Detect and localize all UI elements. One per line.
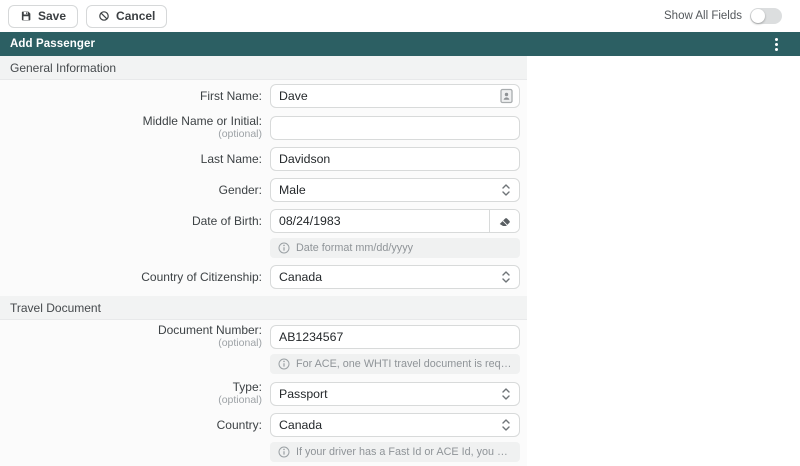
document-number-note-row: For ACE, one WHTI travel document is req… [0,354,527,374]
section-header-general: General Information [0,56,527,80]
country-select[interactable]: Canada [270,413,520,437]
country-note: If your driver has a Fast Id or ACE Id, … [270,442,520,462]
field-row-last-name: Last Name: [0,147,527,171]
type-select-value: Passport [279,387,328,401]
field-row-gender: Gender: Male [0,178,527,202]
country-note-text: If your driver has a Fast Id or ACE Id, … [296,446,512,458]
info-icon [278,242,290,254]
dob-note-row: Date format mm/dd/yyyy [0,238,527,258]
section-title: General Information [10,61,116,75]
circle-slash-icon [98,10,110,22]
field-row-citizenship: Country of Citizenship: Canada [0,265,527,289]
chevron-up-down-icon [501,270,511,284]
gender-select-value: Male [279,183,306,197]
chevron-up-down-icon [501,387,511,401]
cancel-button-label: Cancel [116,9,155,23]
document-number-note-text: For ACE, one WHTI travel document is req… [296,358,512,370]
section-header-travel: Travel Document [0,296,527,320]
dob-format-note: Date format mm/dd/yyyy [270,238,520,258]
document-number-label: Document Number: [0,324,262,337]
citizenship-select-value: Canada [279,270,322,284]
kebab-menu-icon[interactable] [773,34,780,55]
panel-header: Add Passenger [0,32,800,56]
info-icon [278,446,290,458]
country-select-value: Canada [279,418,322,432]
field-row-document-number: Document Number: (optional) [0,324,527,349]
dob-label: Date of Birth: [0,215,262,228]
middle-name-label: Middle Name or Initial: [0,115,262,128]
last-name-label: Last Name: [0,153,262,166]
gender-select[interactable]: Male [270,178,520,202]
first-name-label: First Name: [0,90,262,103]
cancel-button[interactable]: Cancel [86,5,167,28]
document-number-input[interactable] [270,325,520,349]
chevron-up-down-icon [501,183,511,197]
middle-name-input[interactable] [270,116,520,140]
field-row-middle-name: Middle Name or Initial: (optional) [0,115,527,140]
country-note-row: If your driver has a Fast Id or ACE Id, … [0,442,527,462]
toolbar: Save Cancel Show All Fields [0,0,800,32]
show-all-fields-label: Show All Fields [664,10,742,22]
dob-input-group [270,209,520,233]
citizenship-label: Country of Citizenship: [0,271,262,284]
floppy-disk-icon [20,10,32,22]
field-row-country: Country: Canada [0,413,527,437]
middle-name-optional: (optional) [0,128,262,140]
first-name-input[interactable] [270,84,520,108]
toggle-knob [751,9,765,23]
document-number-optional: (optional) [0,337,262,349]
field-row-dob: Date of Birth: [0,209,527,233]
document-number-note: For ACE, one WHTI travel document is req… [270,354,520,374]
panel-title: Add Passenger [10,38,95,50]
clear-date-button[interactable] [489,210,519,232]
add-passenger-form: General Information First Name: Middle N… [0,56,527,466]
show-all-fields-toggle[interactable] [750,8,782,24]
last-name-input[interactable] [270,147,520,171]
dob-note-text: Date format mm/dd/yyyy [296,242,413,254]
citizenship-select[interactable]: Canada [270,265,520,289]
field-row-type: Type: (optional) Passport [0,381,527,406]
save-button[interactable]: Save [8,5,78,28]
contact-card-icon[interactable] [500,89,513,104]
country-label: Country: [0,419,262,432]
dob-input[interactable] [271,210,489,232]
type-optional: (optional) [0,394,262,406]
type-label: Type: [0,381,262,394]
chevron-up-down-icon [501,418,511,432]
info-icon [278,358,290,370]
type-select[interactable]: Passport [270,382,520,406]
gender-label: Gender: [0,184,262,197]
eraser-icon [498,214,512,228]
section-title: Travel Document [10,301,101,315]
save-button-label: Save [38,9,66,23]
field-row-first-name: First Name: [0,84,527,108]
